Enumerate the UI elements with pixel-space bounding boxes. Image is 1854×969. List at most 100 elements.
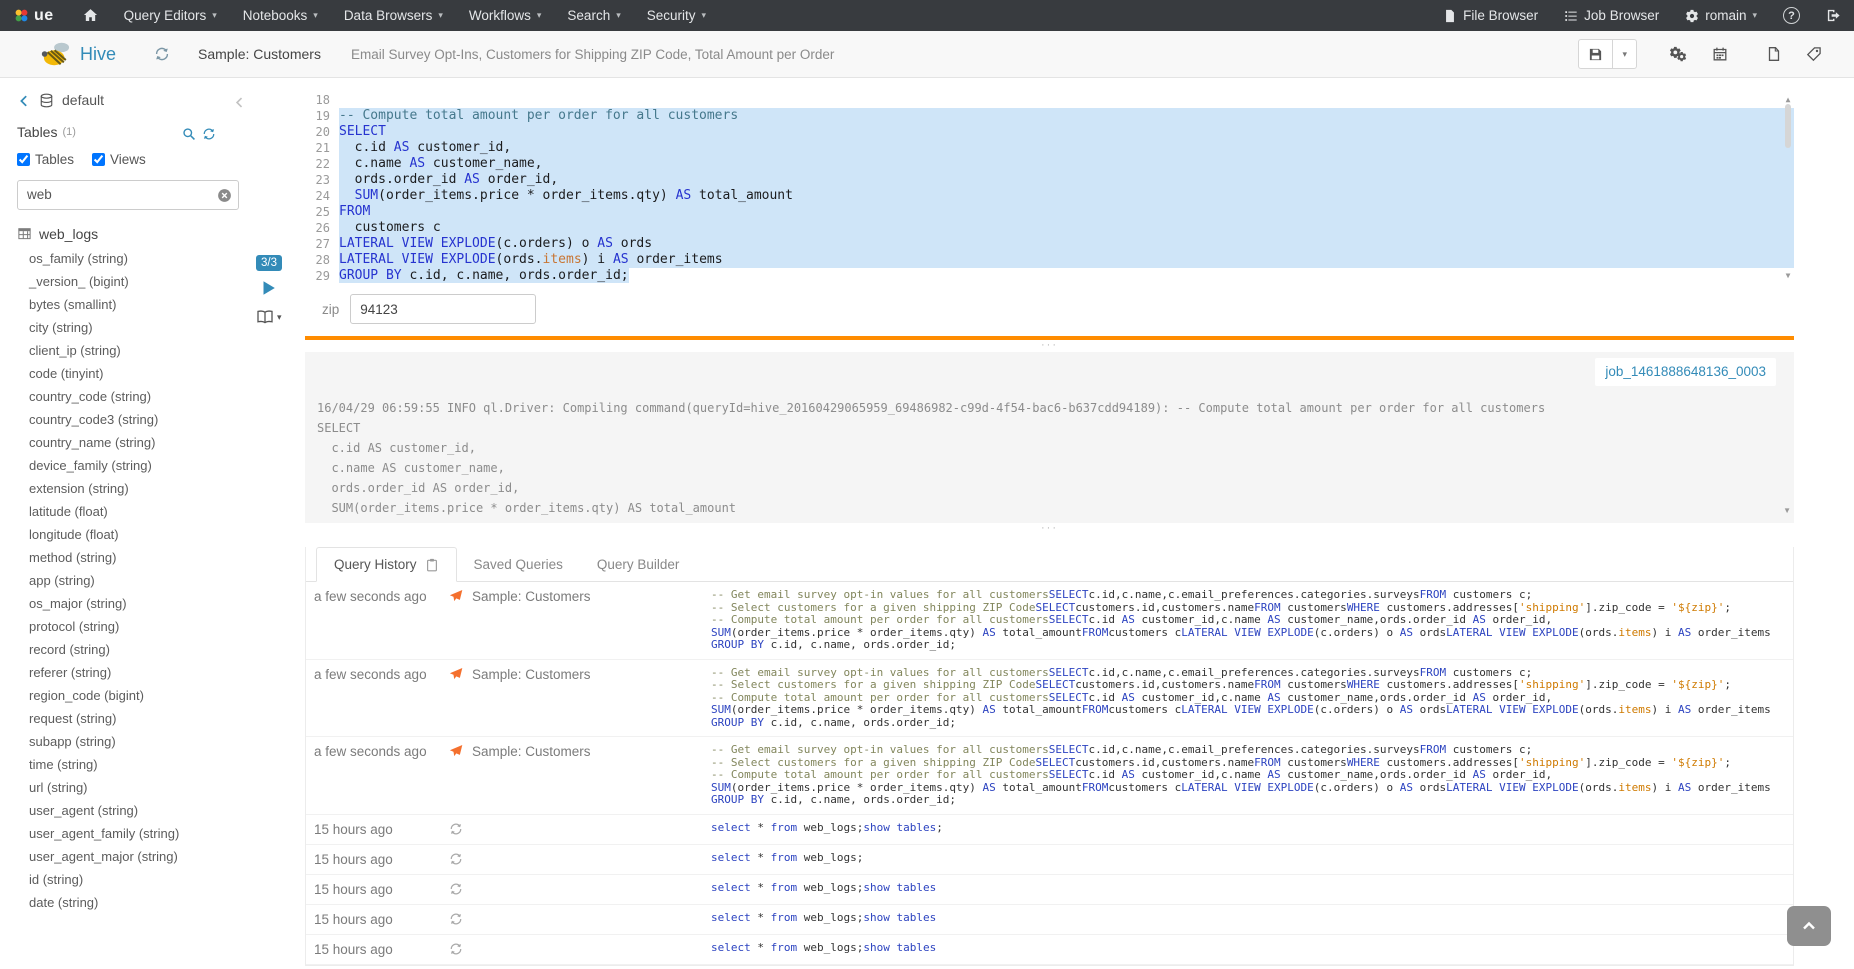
history-row[interactable]: 15 hours agoselect * from web_logs;show … xyxy=(306,905,1793,935)
nav-security[interactable]: Security ▾ xyxy=(634,0,719,31)
column-item[interactable]: app (string) xyxy=(29,569,254,592)
history-row[interactable]: 15 hours agoselect * from web_logs; xyxy=(306,845,1793,875)
save-dropdown-button[interactable]: ▾ xyxy=(1612,40,1636,68)
nav-job-browser[interactable]: Job Browser xyxy=(1551,0,1672,31)
editor-line[interactable]: 18 xyxy=(305,92,1794,108)
nav-query-editors[interactable]: Query Editors ▾ xyxy=(111,0,230,31)
scroll-top-button[interactable] xyxy=(1787,906,1831,946)
history-row[interactable]: a few seconds agoSample: Customers-- Get… xyxy=(306,737,1793,815)
hive-logo[interactable]: Hive xyxy=(0,40,116,68)
reference-button[interactable]: ▾ xyxy=(256,309,282,325)
editor-line[interactable]: 28LATERAL VIEW EXPLODE(ords.items) i AS … xyxy=(305,252,1794,268)
history-query-name: Sample: Customers xyxy=(472,744,711,759)
column-item[interactable]: id (string) xyxy=(29,868,254,891)
table-refresh-button[interactable] xyxy=(202,124,216,140)
column-item[interactable]: record (string) xyxy=(29,638,254,661)
code-editor[interactable]: 1819-- Compute total amount per order fo… xyxy=(305,92,1794,284)
column-item[interactable]: os_family (string) xyxy=(29,247,254,270)
save-button[interactable] xyxy=(1579,40,1612,68)
back-button[interactable] xyxy=(17,92,31,108)
scroll-down-arrow[interactable]: ▼ xyxy=(1783,501,1791,521)
tab-query-history[interactable]: Query History xyxy=(316,547,457,582)
variable-input[interactable] xyxy=(350,294,536,324)
log-line: 16/04/29 06:59:55 INFO ql.Driver: Compil… xyxy=(317,398,1782,418)
column-item[interactable]: os_major (string) xyxy=(29,592,254,615)
history-row[interactable]: 15 hours agoselect * from web_logs;show … xyxy=(306,815,1793,845)
resize-handle[interactable]: ··· xyxy=(305,340,1794,352)
column-item[interactable]: user_agent (string) xyxy=(29,799,254,822)
job-link[interactable]: job_1461888648136_0003 xyxy=(1595,358,1776,386)
column-item[interactable]: date (string) xyxy=(29,891,254,914)
recent-queries-button[interactable] xyxy=(154,45,170,63)
editor-line[interactable]: 19-- Compute total amount per order for … xyxy=(305,108,1794,124)
query-title[interactable]: Sample: Customers xyxy=(198,46,321,62)
column-item[interactable]: longitude (float) xyxy=(29,523,254,546)
editor-line[interactable]: 29GROUP BY c.id, c.name, ords.order_id; xyxy=(305,268,1794,284)
column-item[interactable]: device_family (string) xyxy=(29,454,254,477)
table-search-button[interactable] xyxy=(182,124,196,140)
settings-button[interactable] xyxy=(1665,42,1692,67)
scroll-down-arrow[interactable]: ▼ xyxy=(1782,268,1794,284)
execute-button[interactable] xyxy=(262,279,276,297)
column-item[interactable]: protocol (string) xyxy=(29,615,254,638)
column-item[interactable]: country_code3 (string) xyxy=(29,408,254,431)
history-row[interactable]: 15 hours agoselect * from web_logs;show … xyxy=(306,935,1793,965)
hue-logo[interactable]: ue xyxy=(0,0,70,31)
home-button[interactable] xyxy=(70,0,111,31)
views-checkbox[interactable] xyxy=(92,153,105,166)
editor-line[interactable]: 21 c.id AS customer_id, xyxy=(305,140,1794,156)
column-item[interactable]: subapp (string) xyxy=(29,730,254,753)
editor-line[interactable]: 25FROM xyxy=(305,204,1794,220)
column-item[interactable]: user_agent_major (string) xyxy=(29,845,254,868)
column-item[interactable]: method (string) xyxy=(29,546,254,569)
history-row[interactable]: a few seconds agoSample: Customers-- Get… xyxy=(306,582,1793,660)
nav-search[interactable]: Search ▾ xyxy=(554,0,633,31)
history-row[interactable]: a few seconds agoSample: Customers-- Get… xyxy=(306,660,1793,738)
column-item[interactable]: extension (string) xyxy=(29,477,254,500)
column-item[interactable]: latitude (float) xyxy=(29,500,254,523)
collapse-sidebar-button[interactable] xyxy=(233,94,246,112)
column-item[interactable]: url (string) xyxy=(29,776,254,799)
column-item[interactable]: _version_ (bigint) xyxy=(29,270,254,293)
tables-checkbox[interactable] xyxy=(17,153,30,166)
editor-line[interactable]: 27LATERAL VIEW EXPLODE(c.orders) o AS or… xyxy=(305,236,1794,252)
column-item[interactable]: city (string) xyxy=(29,316,254,339)
column-item[interactable]: request (string) xyxy=(29,707,254,730)
column-item[interactable]: time (string) xyxy=(29,753,254,776)
clear-search-button[interactable] xyxy=(217,187,232,205)
logout-button[interactable] xyxy=(1813,0,1854,31)
nav-file-browser[interactable]: File Browser xyxy=(1430,0,1551,31)
help-button[interactable]: ? xyxy=(1770,0,1813,31)
editor-scrollbar[interactable]: ▲ ▼ xyxy=(1782,92,1794,284)
nav-notebooks[interactable]: Notebooks ▾ xyxy=(230,0,331,31)
column-item[interactable]: user_agent_family (string) xyxy=(29,822,254,845)
table-filter-input[interactable] xyxy=(17,180,239,210)
resize-handle[interactable]: ··· xyxy=(305,523,1794,535)
column-item[interactable]: bytes (smallint) xyxy=(29,293,254,316)
tags-button[interactable] xyxy=(1802,42,1826,66)
column-item[interactable]: client_ip (string) xyxy=(29,339,254,362)
user-menu[interactable]: romain ▾ xyxy=(1672,0,1770,31)
editor-line[interactable]: 20SELECT xyxy=(305,124,1794,140)
nav-workflows[interactable]: Workflows ▾ xyxy=(456,0,555,31)
database-name[interactable]: default xyxy=(62,92,104,108)
column-item[interactable]: referer (string) xyxy=(29,661,254,684)
scrollbar-thumb[interactable] xyxy=(1785,104,1791,148)
editor-line[interactable]: 22 c.name AS customer_name, xyxy=(305,156,1794,172)
new-query-button[interactable] xyxy=(1762,42,1786,66)
filter-tables[interactable]: Tables xyxy=(17,152,74,167)
tab-query-builder[interactable]: Query Builder xyxy=(580,547,697,581)
tab-saved-queries[interactable]: Saved Queries xyxy=(457,547,580,581)
column-item[interactable]: country_code (string) xyxy=(29,385,254,408)
schedule-button[interactable] xyxy=(1708,42,1732,66)
history-row[interactable]: 15 hours agoselect * from web_logs;show … xyxy=(306,875,1793,905)
editor-line[interactable]: 24 SUM(order_items.price * order_items.q… xyxy=(305,188,1794,204)
table-item[interactable]: web_logs xyxy=(17,226,254,242)
column-item[interactable]: country_name (string) xyxy=(29,431,254,454)
editor-line[interactable]: 26 customers c xyxy=(305,220,1794,236)
filter-views[interactable]: Views xyxy=(92,152,146,167)
column-item[interactable]: region_code (bigint) xyxy=(29,684,254,707)
column-item[interactable]: code (tinyint) xyxy=(29,362,254,385)
editor-line[interactable]: 23 ords.order_id AS order_id, xyxy=(305,172,1794,188)
nav-data-browsers[interactable]: Data Browsers ▾ xyxy=(331,0,456,31)
